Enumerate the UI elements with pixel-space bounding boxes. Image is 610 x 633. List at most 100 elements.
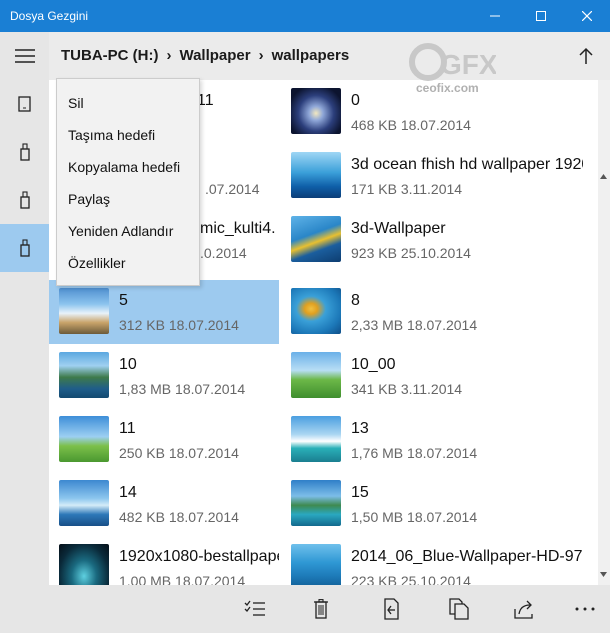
more-button[interactable] <box>573 597 597 621</box>
file-tile[interactable]: 10 1,83 MB 18.07.2014 <box>49 344 279 408</box>
window-title: Dosya Gezgini <box>10 9 89 23</box>
breadcrumb-separator: › <box>258 47 264 64</box>
file-tile[interactable]: 15 1,50 MB 18.07.2014 <box>281 472 511 536</box>
file-date: 18.07.2014 <box>175 573 246 585</box>
copy-icon <box>449 598 469 620</box>
file-size: 171 KB <box>351 181 397 197</box>
menu-item-delete[interactable]: Sil <box>57 87 199 119</box>
select-button[interactable] <box>243 597 267 621</box>
file-name: 10 <box>119 356 137 373</box>
share-icon <box>514 600 533 619</box>
file-thumbnail <box>59 288 109 334</box>
file-name: 1920x1080-bestallpapers <box>119 548 279 565</box>
file-date: 18.07.2014 <box>407 509 478 525</box>
move-to-button[interactable] <box>379 597 403 621</box>
delete-button[interactable] <box>309 597 333 621</box>
file-meta: 923 KB 25.10.2014 <box>351 245 583 261</box>
file-tile[interactable]: 13 1,76 MB 18.07.2014 <box>281 408 511 472</box>
watermark-logo-text: GFX <box>440 49 496 80</box>
file-date: 25.10.2014 <box>400 245 471 261</box>
arrow-up-icon <box>579 47 593 64</box>
vertical-scrollbar[interactable] <box>598 80 610 585</box>
file-tile[interactable]: 2014_06_Blue-Wallpaper-HD-97 223 KB 25.1… <box>281 536 583 585</box>
file-thumbnail <box>59 480 109 526</box>
file-date: 18.07.2014 <box>407 317 478 333</box>
file-tile[interactable]: 0 468 KB 18.07.2014 <box>281 80 511 144</box>
drive-button-3[interactable] <box>0 176 49 224</box>
breadcrumb-folder-wallpaper[interactable]: Wallpaper <box>179 47 250 64</box>
breadcrumb-folder-wallpapers[interactable]: wallpapers <box>272 47 350 64</box>
file-size: 250 KB <box>119 445 165 461</box>
file-meta: 1,83 MB 18.07.2014 <box>119 381 279 397</box>
file-date: 18.07.2014 <box>400 117 471 133</box>
scroll-down-arrow-icon[interactable] <box>600 572 607 577</box>
drive-button-2[interactable] <box>0 128 49 176</box>
file-date: 18.07.2014 <box>168 317 239 333</box>
file-thumbnail <box>291 288 341 334</box>
file-tile[interactable]: 10_00 341 KB 3.11.2014 <box>281 344 511 408</box>
multi-select-icon <box>244 600 265 616</box>
breadcrumb-drive[interactable]: TUBA-PC (H:) <box>61 47 158 64</box>
file-meta: 1,50 MB 18.07.2014 <box>351 509 583 525</box>
file-meta: 482 KB 18.07.2014 <box>119 509 279 525</box>
file-size: 1,00 MB <box>119 573 172 585</box>
file-name: 0 <box>351 92 360 109</box>
menu-item-rename[interactable]: Yeniden Adlandır <box>57 215 199 247</box>
breadcrumb-separator: › <box>166 47 172 64</box>
file-tile[interactable]: 8 2,33 MB 18.07.2014 <box>281 280 511 344</box>
file-meta: 2,33 MB 18.07.2014 <box>351 317 583 333</box>
file-meta: 223 KB 25.10.2014 <box>351 573 583 585</box>
copy-to-button[interactable] <box>447 597 471 621</box>
file-thumbnail <box>291 152 341 198</box>
file-size: 1,76 MB <box>351 445 404 461</box>
move-to-icon <box>384 598 399 620</box>
file-date: 18.07.2014 <box>168 509 239 525</box>
menu-button[interactable] <box>0 32 49 80</box>
navigation-rail <box>0 32 49 633</box>
share-button[interactable] <box>513 597 537 621</box>
file-thumbnail <box>291 480 341 526</box>
file-name: 14 <box>119 484 137 501</box>
command-bar <box>49 585 610 633</box>
close-button[interactable] <box>564 0 610 32</box>
file-thumbnail <box>59 416 109 462</box>
file-size: 923 KB <box>351 245 397 261</box>
file-name: 3d-Wallpaper <box>351 220 446 237</box>
minimize-button[interactable] <box>472 0 518 32</box>
drive-button-1[interactable] <box>0 80 49 128</box>
file-date: 18.07.2014 <box>168 445 239 461</box>
file-tile[interactable]: 14 482 KB 18.07.2014 <box>49 472 279 536</box>
drive-button-4-selected[interactable] <box>0 224 49 272</box>
file-tile[interactable]: 3d ocean fhish hd wallpaper 1920 171 KB … <box>281 144 583 208</box>
trash-icon <box>314 599 328 619</box>
file-tile[interactable]: 11 250 KB 18.07.2014 <box>49 408 279 472</box>
file-size: 2,33 MB <box>351 317 404 333</box>
file-tile[interactable]: 1920x1080-bestallpapers 1,00 MB 18.07.20… <box>49 536 279 585</box>
file-meta: 312 KB 18.07.2014 <box>119 317 279 333</box>
hamburger-icon <box>14 49 35 63</box>
file-name: mic_kulti4. <box>200 220 276 237</box>
file-thumbnail <box>291 352 341 398</box>
maximize-icon <box>536 11 546 21</box>
menu-item-properties[interactable]: Özellikler <box>57 247 199 279</box>
up-button[interactable] <box>574 44 598 68</box>
file-meta: 250 KB 18.07.2014 <box>119 445 279 461</box>
file-meta: 171 KB 3.11.2014 <box>351 181 583 197</box>
address-bar: TUBA-PC (H:) › Wallpaper › wallpapers <box>49 32 610 80</box>
file-tile[interactable]: 3d-Wallpaper 923 KB 25.10.2014 <box>281 208 511 272</box>
menu-item-move-to[interactable]: Taşıma hedefi <box>57 119 199 151</box>
file-size: 223 KB <box>351 573 397 585</box>
context-menu: Sil Taşıma hedefi Kopyalama hedefi Payla… <box>56 78 200 286</box>
menu-item-share[interactable]: Paylaş <box>57 183 199 215</box>
file-size: 1,50 MB <box>351 509 404 525</box>
file-thumbnail <box>59 352 109 398</box>
file-meta: .0.2014 <box>200 245 280 261</box>
scroll-up-arrow-icon[interactable] <box>600 174 607 179</box>
menu-item-copy-to[interactable]: Kopyalama hedefi <box>57 151 199 183</box>
file-date: 3.11.2014 <box>400 381 463 397</box>
file-tile-selected[interactable]: 5 312 KB 18.07.2014 <box>49 280 279 344</box>
file-meta: 468 KB 18.07.2014 <box>351 117 583 133</box>
maximize-button[interactable] <box>518 0 564 32</box>
file-name: 5 <box>119 292 128 309</box>
file-date: 18.07.2014 <box>175 381 246 397</box>
